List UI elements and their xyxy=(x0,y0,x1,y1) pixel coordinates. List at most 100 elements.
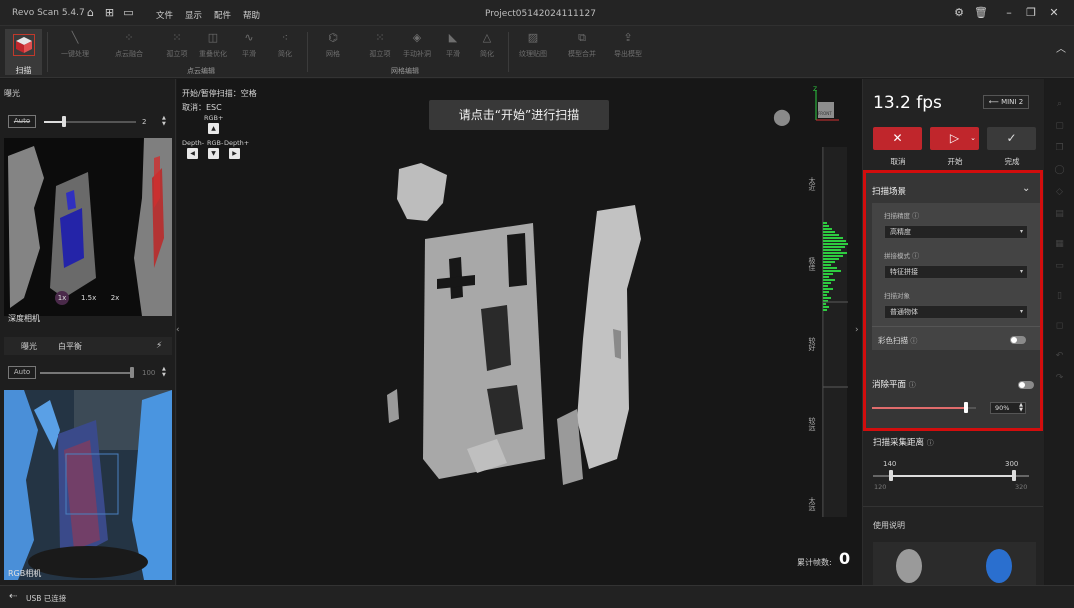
mesh-simplify-tool[interactable]: △ 简化 xyxy=(476,31,498,59)
ruler-bar xyxy=(823,234,839,236)
collapse-toolbar-icon[interactable]: ︿ xyxy=(1056,40,1066,55)
maximize-button[interactable]: ❐ xyxy=(1024,6,1038,20)
ruler-bar xyxy=(823,237,843,239)
home-icon[interactable]: ⌂ xyxy=(84,6,97,19)
scan-scene-title[interactable]: 扫描场景 xyxy=(872,185,906,197)
3d-viewport[interactable]: 开始/暂停扫描：空格 取消：ESC RGB+ ▲ Depth- RGB- Dep… xyxy=(176,79,862,585)
rgb-stepper[interactable]: ▲ ▼ xyxy=(162,366,166,378)
cancel-button[interactable]: ✕ xyxy=(873,127,922,150)
rgb-slider-knob[interactable] xyxy=(130,367,134,378)
one-click-process-tool[interactable]: ╲ 一键处理 xyxy=(58,31,92,59)
device-selector[interactable]: ⟵ MINI 2 xyxy=(983,95,1029,109)
collapse-right-icon[interactable]: › xyxy=(855,325,859,335)
rgb-auto-button[interactable]: Auto xyxy=(8,366,36,379)
folder-icon[interactable]: ▭ xyxy=(122,6,135,19)
depth-camera-label: 深度相机 xyxy=(8,314,40,323)
mesh-tool[interactable]: ⌬ 网格 xyxy=(322,31,344,59)
layer-icon[interactable]: ▢ xyxy=(1054,121,1065,132)
depth-camera-view xyxy=(4,138,172,316)
smooth-tool[interactable]: ∿ 平滑 xyxy=(238,31,260,59)
comment-icon[interactable]: ◯ xyxy=(1054,165,1065,176)
merge-tool[interactable]: ⧉ 模型合并 xyxy=(565,31,599,59)
isolated-tool[interactable]: ⁙ 孤立项 xyxy=(164,31,190,59)
menu-accessories[interactable]: 配件 xyxy=(214,9,231,21)
ruler-bar xyxy=(823,288,833,290)
flash-icon[interactable]: ⚡ xyxy=(156,341,162,351)
frame-icon[interactable]: ▭ xyxy=(1054,261,1065,272)
box-icon[interactable]: ◻ xyxy=(1054,321,1065,332)
start-button[interactable]: ▷ ⌄ xyxy=(930,127,979,150)
exposure-stepper[interactable]: ▲ ▼ xyxy=(162,115,166,127)
settings-icon[interactable]: ⚙ xyxy=(952,6,966,20)
mesh-smooth-tool[interactable]: ◣ 平滑 xyxy=(442,31,464,59)
rgb-value[interactable]: 100 xyxy=(142,369,155,377)
menu-view[interactable]: 显示 xyxy=(185,9,202,21)
close-button[interactable]: ✕ xyxy=(1047,6,1061,20)
redo-icon[interactable]: ↷ xyxy=(1054,373,1065,384)
trash-icon[interactable]: 🗑 xyxy=(974,6,988,20)
exposure-slider-knob[interactable] xyxy=(62,116,66,127)
point-fusion-tool[interactable]: ⁘ 点云融合 xyxy=(112,31,146,59)
exposure-value[interactable]: 2 xyxy=(142,118,146,126)
tab-exposure[interactable]: 曝光 xyxy=(21,341,37,352)
divider xyxy=(47,32,48,72)
scan-button[interactable]: 扫描 xyxy=(5,29,42,75)
copy-icon[interactable]: ❐ xyxy=(1054,143,1065,154)
hole-fill-tool[interactable]: ◈ 手动补洞 xyxy=(400,31,434,59)
import-icon[interactable]: ⊞ xyxy=(103,6,116,19)
view-mode-icon[interactable]: ⬤ xyxy=(773,107,791,126)
chevron-down-icon[interactable]: ⌄ xyxy=(1022,183,1030,194)
cube-icon[interactable]: ◇ xyxy=(1054,187,1065,198)
precision-label: 扫描精度 ⓘ xyxy=(884,212,920,220)
help-thumbnails[interactable] xyxy=(873,542,1036,585)
precision-select[interactable]: 高精度 ▾ xyxy=(884,225,1028,239)
ruler-far: 较远 xyxy=(808,417,816,431)
key-right-icon[interactable]: ▶ xyxy=(229,148,240,159)
search-icon[interactable]: ⌕ xyxy=(1054,99,1065,110)
isolated-icon: ⁙ xyxy=(172,31,182,44)
key-left-icon[interactable]: ◀ xyxy=(187,148,198,159)
export-tool[interactable]: ⇪ 导出模型 xyxy=(611,31,645,59)
page-icon[interactable]: ▯ xyxy=(1054,291,1065,302)
device-name: MINI 2 xyxy=(1001,98,1024,106)
distance-label: 扫描采集距离 ⓘ xyxy=(873,438,934,448)
doc-icon[interactable]: ▤ xyxy=(1054,209,1065,220)
undo-icon[interactable]: ↶ xyxy=(1054,351,1065,362)
export-icon: ⇪ xyxy=(623,31,633,44)
ruler-bar xyxy=(823,309,827,311)
remove-plane-toggle[interactable] xyxy=(1018,381,1034,389)
ruler-too-close: 太近 xyxy=(808,177,816,191)
menu-file[interactable]: 文件 xyxy=(156,9,173,21)
remove-plane-input[interactable]: 90% ▲ ▼ xyxy=(990,402,1026,414)
ruler-bar xyxy=(823,240,846,242)
mesh-isolated-tool[interactable]: ⁙ 孤立项 xyxy=(367,31,393,59)
mesh-edit-group: 网格编辑 xyxy=(391,67,419,75)
start-dropdown-icon[interactable]: ⌄ xyxy=(970,127,976,150)
exposure-auto-button[interactable]: Auto xyxy=(8,115,36,128)
key-up-icon[interactable]: ▲ xyxy=(208,123,219,134)
minimize-button[interactable]: – xyxy=(1002,6,1016,20)
smooth-icon: ∿ xyxy=(244,31,254,44)
distance-max-knob[interactable] xyxy=(1012,470,1016,481)
usb-icon: ⇠ xyxy=(9,591,18,602)
tool-label: 孤立项 xyxy=(369,50,391,58)
texture-icon: ▨ xyxy=(527,31,539,44)
distance-min-knob[interactable] xyxy=(889,470,893,481)
simplify-tool[interactable]: ⁖ 简化 xyxy=(274,31,296,59)
remove-plane-knob[interactable] xyxy=(964,402,968,413)
menu-help[interactable]: 帮助 xyxy=(243,9,260,21)
done-button[interactable]: ✓ xyxy=(987,127,1036,150)
grid-icon[interactable]: ▦ xyxy=(1054,239,1065,250)
scan-object-select[interactable]: 普通物体 ▾ xyxy=(884,305,1028,319)
zoom-1-5x-button[interactable]: 1.5x xyxy=(81,291,96,305)
color-scan-toggle[interactable] xyxy=(1010,336,1026,344)
tab-white-balance[interactable]: 白平衡 xyxy=(58,341,82,352)
stitch-mode-select[interactable]: 特征拼接 ▾ xyxy=(884,265,1028,279)
texture-tool[interactable]: ▨ 纹理贴图 xyxy=(516,31,550,59)
overlap-tool[interactable]: ◫ 重叠优化 xyxy=(196,31,230,59)
zoom-2x-button[interactable]: 2x xyxy=(108,291,122,305)
zoom-1x-button[interactable]: 1x xyxy=(55,291,69,305)
key-down-icon[interactable]: ▼ xyxy=(208,148,219,159)
collapse-left-icon[interactable]: ‹ xyxy=(176,325,180,335)
orientation-gizmo[interactable]: Z FRONT xyxy=(811,86,841,128)
